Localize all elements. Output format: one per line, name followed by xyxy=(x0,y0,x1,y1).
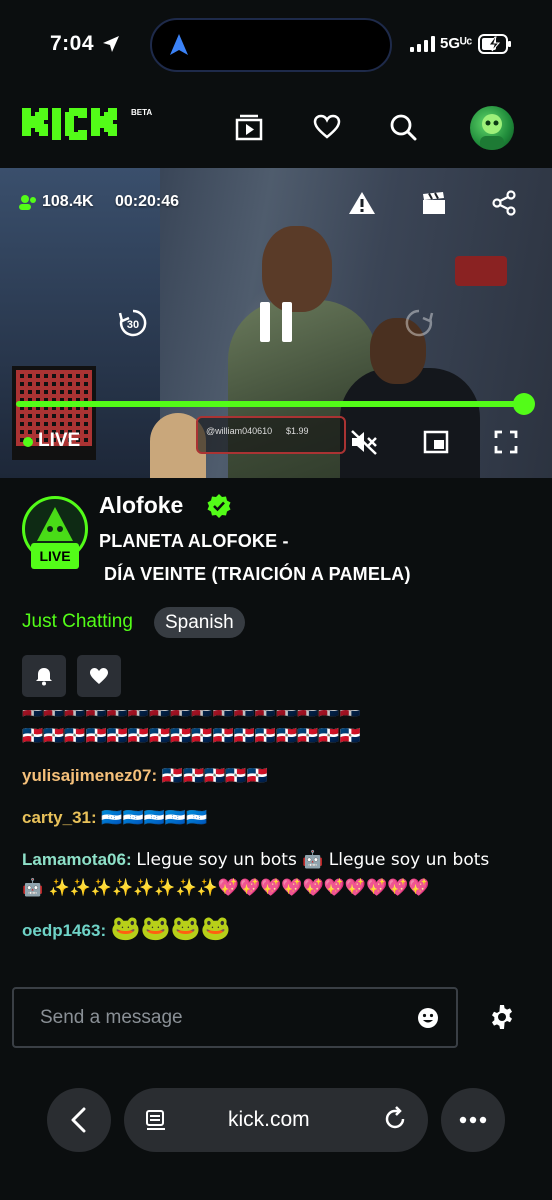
viewer-count: 108.4K xyxy=(42,193,94,210)
app-header: BETA xyxy=(0,92,552,168)
video-frame-object xyxy=(455,256,507,286)
share-icon[interactable] xyxy=(488,188,520,218)
location-arrow-icon xyxy=(103,36,119,52)
chat-username[interactable]: yulisajimenez07 xyxy=(22,766,151,785)
video-frame-person-2 xyxy=(340,368,480,478)
clip-icon[interactable] xyxy=(418,188,450,218)
following-heart-icon[interactable] xyxy=(310,110,344,144)
chat-message-text: 🐸🐸🐸🐸 xyxy=(110,914,231,942)
navigation-arrow-icon xyxy=(170,34,188,55)
rewind-30-icon[interactable]: 30 xyxy=(116,306,150,340)
reload-icon[interactable] xyxy=(382,1106,408,1132)
chevron-left-icon xyxy=(71,1107,86,1133)
status-bar: 7:04 5Gᵁᶜ xyxy=(0,0,552,92)
svg-text:30: 30 xyxy=(127,319,139,331)
chat-message: Lamamota06: Llegue soy un bots 🤖 Llegue … xyxy=(22,850,490,898)
browser-back-button[interactable] xyxy=(47,1088,111,1152)
browser-address-bar[interactable]: kick.com xyxy=(124,1088,428,1152)
chat-message: yulisajimenez07: 🇩🇴🇩🇴🇩🇴🇩🇴🇩🇴 xyxy=(22,766,268,786)
chat-message-text: 🇭🇳🇭🇳🇭🇳🇭🇳🇭🇳 xyxy=(101,808,208,828)
chat-settings-gear-icon[interactable] xyxy=(488,1003,516,1031)
channel-name[interactable]: Alofoke xyxy=(99,492,183,519)
chat-message: carty_31: 🇭🇳🇭🇳🇭🇳🇭🇳🇭🇳 xyxy=(22,808,208,828)
browser-more-button[interactable] xyxy=(441,1088,505,1152)
video-player[interactable]: 108.4K 00:20:46 30 @william040610 $1.99 … xyxy=(0,168,552,478)
page-menu-icon[interactable] xyxy=(144,1108,168,1132)
status-time: 7:04 xyxy=(50,32,95,55)
stream-title-line-2: DÍA VEINTE (TRAICIÓN A PAMELA) xyxy=(104,564,411,584)
channel-live-badge: LIVE xyxy=(31,543,79,569)
progress-knob[interactable] xyxy=(513,393,535,415)
live-label: LIVE xyxy=(38,430,81,451)
progress-bar[interactable] xyxy=(16,401,524,407)
verified-badge-icon xyxy=(207,494,231,518)
language-tag[interactable]: Spanish xyxy=(154,607,245,638)
donation-amount: $1.99 xyxy=(286,426,309,436)
kick-logo[interactable] xyxy=(22,104,132,144)
chat-message-text: Llegue soy un bots 🤖 Llegue soy un bots xyxy=(136,850,490,870)
donation-overlay: @william040610 $1.99 xyxy=(196,416,346,454)
pause-icon[interactable] xyxy=(254,298,298,346)
bell-icon xyxy=(36,668,52,686)
beta-label: BETA xyxy=(131,108,153,117)
report-warning-icon[interactable] xyxy=(346,188,378,218)
cellular-signal-icon xyxy=(410,36,435,52)
browse-streams-icon[interactable] xyxy=(232,110,266,144)
chat-username[interactable]: oedp1463 xyxy=(22,921,100,940)
chat-message-text: 🇩🇴🇩🇴🇩🇴🇩🇴🇩🇴🇩🇴🇩🇴🇩🇴🇩🇴🇩🇴🇩🇴🇩🇴🇩🇴🇩🇴🇩🇴🇩🇴 xyxy=(22,726,361,746)
emoji-picker-icon[interactable] xyxy=(416,1006,440,1030)
chat-message: oedp1463: 🐸🐸🐸🐸 xyxy=(22,914,231,942)
donation-user: @william040610 xyxy=(206,426,273,436)
live-indicator-dot xyxy=(23,437,33,447)
viewers-icon xyxy=(19,195,36,210)
chat-input-placeholder: Send a message xyxy=(40,1007,183,1028)
stream-title-line-1: PLANETA ALOFOKE - xyxy=(99,531,289,551)
network-type: 5Gᵁᶜ xyxy=(440,35,473,52)
chat-message-text-continued: 🤖 ✨✨✨✨✨✨✨✨💖💖💖💖💖💖💖💖💖💖 xyxy=(22,878,430,898)
chat-username[interactable]: Lamamota06 xyxy=(22,850,126,869)
follow-heart-button[interactable] xyxy=(77,655,121,697)
chat-list: 🇩🇴🇩🇴🇩🇴🇩🇴🇩🇴🇩🇴🇩🇴🇩🇴🇩🇴🇩🇴🇩🇴🇩🇴🇩🇴🇩🇴🇩🇴🇩🇴 🇩🇴🇩🇴🇩🇴🇩… xyxy=(22,710,532,960)
browser-url: kick.com xyxy=(228,1108,310,1131)
stream-uptime: 00:20:46 xyxy=(115,193,180,210)
muted-speaker-icon[interactable] xyxy=(348,426,380,458)
category-link[interactable]: Just Chatting xyxy=(22,611,133,633)
chat-message-input[interactable]: Send a message xyxy=(12,987,458,1048)
notification-bell-button[interactable] xyxy=(22,655,66,697)
user-avatar[interactable] xyxy=(470,106,514,150)
chat-message-text: 🇩🇴🇩🇴🇩🇴🇩🇴🇩🇴🇩🇴🇩🇴🇩🇴🇩🇴🇩🇴🇩🇴🇩🇴🇩🇴🇩🇴🇩🇴🇩🇴 xyxy=(22,710,361,720)
chat-message: 🇩🇴🇩🇴🇩🇴🇩🇴🇩🇴🇩🇴🇩🇴🇩🇴🇩🇴🇩🇴🇩🇴🇩🇴🇩🇴🇩🇴🇩🇴🇩🇴 xyxy=(22,722,361,750)
chat-message-text: 🇩🇴🇩🇴🇩🇴🇩🇴🇩🇴 xyxy=(161,766,268,786)
forward-30-icon[interactable] xyxy=(402,306,436,340)
search-icon[interactable] xyxy=(386,110,420,144)
picture-in-picture-icon[interactable] xyxy=(420,426,452,458)
dynamic-island xyxy=(150,18,392,72)
chat-username[interactable]: carty_31 xyxy=(22,808,91,827)
heart-icon xyxy=(90,668,108,684)
battery-charging-icon xyxy=(478,34,511,54)
ellipsis-icon xyxy=(459,1116,487,1124)
fullscreen-icon[interactable] xyxy=(490,426,522,458)
